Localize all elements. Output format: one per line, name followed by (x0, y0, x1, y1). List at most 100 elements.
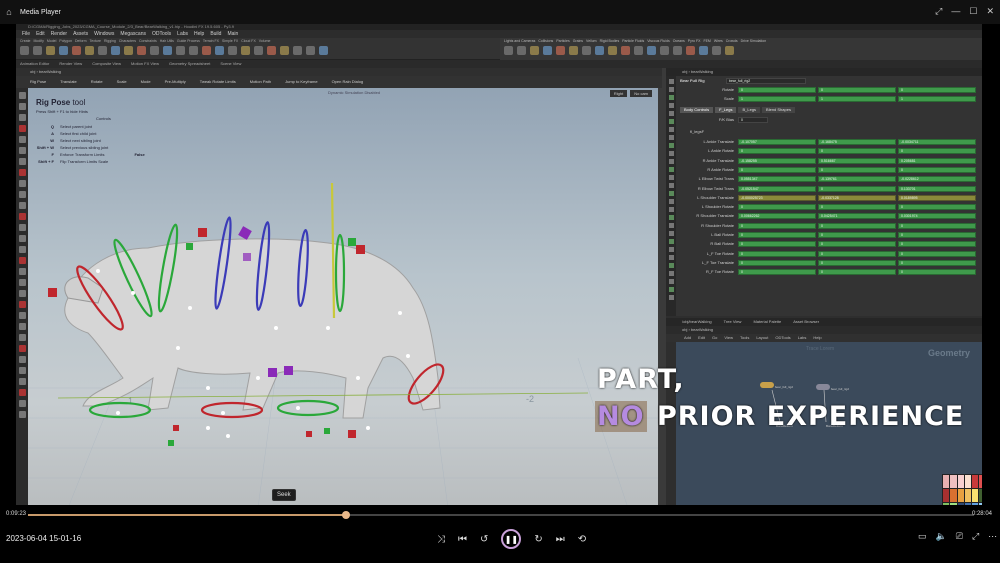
menu-item[interactable]: Assets (73, 30, 88, 38)
shelf-tab[interactable]: Particles (556, 38, 569, 44)
network-menu-item[interactable]: Help (813, 334, 821, 342)
shuffle-icon[interactable]: ⤨ (437, 534, 445, 545)
param-value[interactable]: 0 (738, 148, 816, 155)
palette-swatch[interactable] (943, 475, 950, 488)
param-value[interactable]: 0 (738, 87, 816, 93)
menu-item[interactable]: Edit (36, 30, 45, 38)
shelf-tab[interactable]: Cloud FX (241, 38, 256, 44)
network-menu-item[interactable]: Layout (756, 334, 768, 342)
shelf-tab[interactable]: Rigid Bodies (600, 38, 620, 44)
network-editor-canvas[interactable]: Trace Lorem Geometry bear_full_rig2 bear… (676, 342, 982, 508)
camera-button[interactable]: No cam (630, 90, 652, 97)
param-value[interactable]: 1 (898, 96, 976, 102)
shelf-tab[interactable]: Guide Process (177, 38, 200, 44)
menu-item[interactable]: Help (194, 30, 204, 38)
toolbar-option[interactable]: Rotate (91, 76, 103, 88)
palette-swatch[interactable] (972, 475, 979, 488)
forward-icon[interactable]: ↻ (534, 534, 542, 545)
param-value[interactable]: 0 (898, 250, 976, 257)
param-value[interactable]: 0.0189895 (898, 194, 976, 201)
param-value[interactable]: 0 (818, 232, 896, 238)
pane-tab[interactable]: Composite View (92, 60, 121, 68)
network-menu-item[interactable]: View (724, 334, 733, 342)
network-menu-item[interactable]: Go (712, 334, 717, 342)
menu-item[interactable]: File (22, 30, 30, 38)
shelf-tab[interactable]: Viscous Fluids (647, 38, 670, 44)
toolbar-option[interactable]: Open Rain Dialog (332, 76, 364, 88)
param-value[interactable]: -0.107057 (738, 139, 816, 145)
palette-swatch[interactable] (943, 488, 950, 502)
network-tab[interactable]: /obj/bearWalking (682, 318, 712, 326)
network-tab[interactable]: Material Palette (753, 318, 781, 326)
param-value[interactable]: 0 (738, 166, 816, 173)
menu-item[interactable]: Build (210, 30, 221, 38)
palette-swatch[interactable] (972, 488, 979, 502)
toolbar-option[interactable]: Translate (60, 76, 77, 88)
shelf-tab[interactable]: Pyro FX (688, 38, 701, 44)
param-value[interactable]: 0 (818, 250, 896, 257)
shelf-tab[interactable]: Lights and Cameras (504, 38, 535, 44)
shelf-tab[interactable]: Crowds (726, 38, 738, 44)
param-value[interactable]: 0 (738, 204, 816, 211)
network-tab[interactable]: Tree View (724, 318, 742, 326)
param-value[interactable]: 0.00662262 (738, 213, 816, 220)
shelf-tab[interactable]: Polygon (59, 38, 72, 44)
param-path-network[interactable]: bearWalking (691, 69, 713, 74)
param-value[interactable]: 0 (818, 148, 896, 155)
shelf-tab[interactable]: Deform (75, 38, 86, 44)
menu-item[interactable]: Megascans (120, 30, 146, 38)
param-value[interactable]: 0 (738, 232, 816, 238)
param-value[interactable]: 0 (818, 87, 896, 93)
toolbar-option[interactable]: Scale (117, 76, 127, 88)
palette-swatch[interactable] (979, 488, 982, 502)
previous-icon[interactable]: ⏮ (458, 534, 467, 545)
param-node-name[interactable]: bear_full_rig2 (726, 78, 806, 84)
param-value[interactable]: 0 (898, 87, 976, 93)
volume-icon[interactable]: 🔈 (936, 531, 947, 542)
palette-swatch[interactable] (957, 488, 964, 502)
param-value[interactable]: 1 (738, 96, 816, 102)
shelf-tab[interactable]: Oceans (673, 38, 685, 44)
param-value[interactable]: -0.0034711 (898, 139, 976, 145)
param-value[interactable]: 0 (818, 222, 896, 229)
repeat-icon[interactable]: ⟲ (578, 534, 586, 545)
pane-tab[interactable]: Render View (59, 60, 82, 68)
network-menu-item[interactable]: Labs (798, 334, 807, 342)
shelf-tab[interactable]: Terrain FX (203, 38, 219, 44)
path-network[interactable]: bearWalking (39, 69, 61, 74)
param-value[interactable]: -0.0521547 (738, 185, 816, 192)
toolbar-option[interactable]: Mode (141, 76, 151, 88)
miniplayer-icon[interactable]: ▭ (918, 531, 927, 542)
fullscreen-toggle-icon[interactable]: ⤢ (972, 531, 979, 542)
shelf-tab[interactable]: Create (20, 38, 31, 44)
param-value[interactable]: 0 (738, 250, 816, 257)
palette-swatch[interactable] (950, 475, 957, 488)
param-value[interactable]: -0.158255 (738, 157, 816, 164)
network-menu-item[interactable]: ODTools (775, 334, 790, 342)
param-value[interactable]: 0 (898, 269, 976, 276)
param-value[interactable]: -0.0337128 (818, 194, 896, 201)
shelf-tab[interactable]: Vellum (586, 38, 597, 44)
param-value[interactable]: 0 (738, 241, 816, 248)
pane-tab[interactable]: Motion FX View (131, 60, 159, 68)
param-value[interactable]: 0 (898, 259, 976, 266)
shelf-tab[interactable]: Grains (573, 38, 583, 44)
pane-tab[interactable]: Animation Editor (20, 60, 49, 68)
param-value[interactable]: 0 (898, 166, 976, 173)
param-value[interactable]: -0.168475 (818, 139, 896, 145)
shelf-tab[interactable]: Volume (259, 38, 271, 44)
seek-handle[interactable] (341, 511, 350, 519)
shelf-tab[interactable]: Wires (714, 38, 723, 44)
minimize-icon[interactable]: — (951, 6, 960, 17)
param-value[interactable]: 0 (818, 259, 896, 266)
network-menu-item[interactable]: Add (684, 334, 691, 342)
network-tab[interactable]: Asset Browser (793, 318, 819, 326)
toolbar-option[interactable]: Jump to Keyframe (285, 76, 317, 88)
maximize-icon[interactable]: ☐ (969, 6, 977, 17)
toolbar-option[interactable]: Tweak Rotate Limits (200, 76, 236, 88)
tab-b-legs[interactable]: B_Legs (738, 107, 761, 113)
cast-icon[interactable]: ⎚ (956, 531, 963, 542)
menu-item[interactable]: Labs (177, 30, 188, 38)
param-value[interactable]: 0 (898, 241, 976, 248)
shelf-tab[interactable]: Hair Utils (160, 38, 174, 44)
